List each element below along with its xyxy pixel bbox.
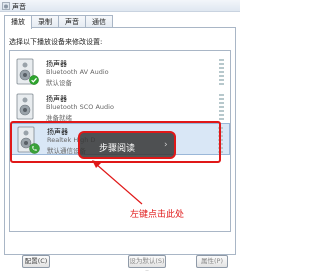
window-title: 声音 xyxy=(12,3,26,11)
step-reading-overlay[interactable]: 步骤阅读 › xyxy=(78,131,176,159)
tab-playback[interactable]: 播放 xyxy=(4,15,32,29)
device-description: Bluetooth AV Audio xyxy=(46,68,109,76)
device-description: Bluetooth SCO Audio xyxy=(46,103,114,111)
device-item-bluetooth-sco[interactable]: 扬声器 Bluetooth SCO Audio 准备就绪 xyxy=(11,91,230,123)
configure-button[interactable]: 配置(C) xyxy=(22,255,50,268)
set-default-button[interactable]: 设为默认(S) ▾ xyxy=(128,255,166,271)
properties-button[interactable]: 属性(P) xyxy=(196,255,228,268)
annotation-text: 左键点击此处 xyxy=(130,210,185,220)
volume-meter xyxy=(219,94,224,120)
check-icon xyxy=(29,75,39,85)
device-item-bluetooth-av[interactable]: 扬声器 Bluetooth AV Audio 默认设备 xyxy=(11,56,230,88)
device-status: 默认设备 xyxy=(46,79,72,87)
speaker-icon xyxy=(2,2,10,10)
overlay-label: 步骤阅读 xyxy=(99,144,136,154)
instruction-text: 选择以下播放设备来修改设置: xyxy=(9,38,103,46)
title-bar: 声音 xyxy=(0,0,240,12)
volume-meter xyxy=(219,59,224,85)
chevron-right-icon: › xyxy=(164,140,168,150)
speaker-icon xyxy=(16,93,34,120)
